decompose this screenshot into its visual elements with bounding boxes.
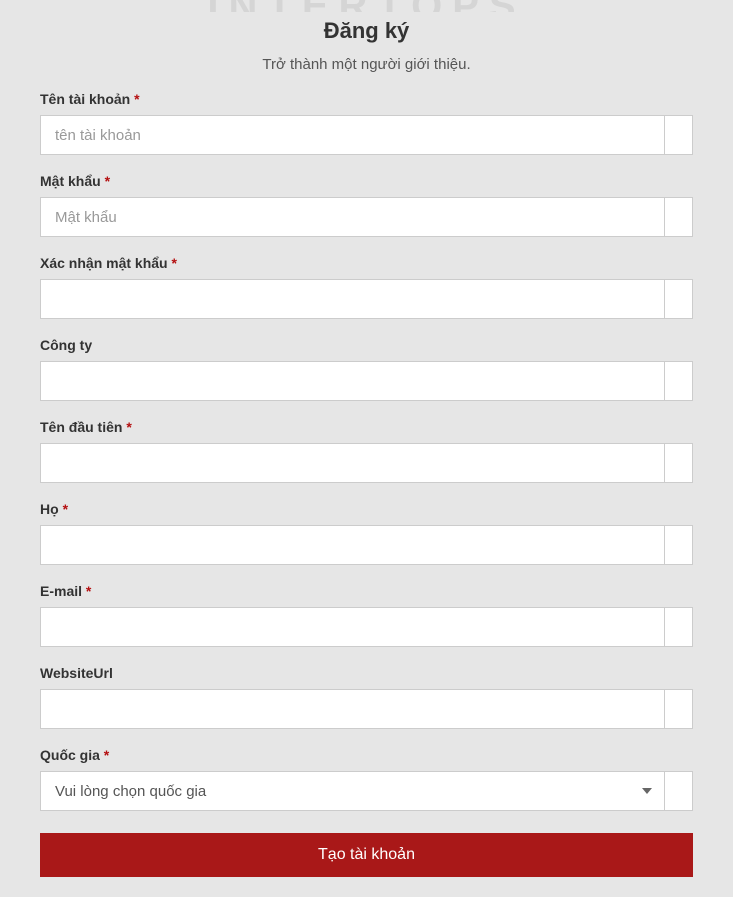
last-name-addon: [665, 525, 693, 565]
registration-form-container: Đăng ký Trở thành một người giới thiệu. …: [0, 18, 733, 897]
required-marker: *: [105, 173, 110, 189]
first-name-input-wrapper: [40, 443, 693, 483]
website-url-label-text: WebsiteUrl: [40, 665, 113, 681]
required-marker: *: [86, 583, 91, 599]
website-url-group: WebsiteUrl: [40, 665, 693, 729]
page-subtitle: Trở thành một người giới thiệu.: [40, 56, 693, 73]
company-input-wrapper: [40, 361, 693, 401]
username-group: Tên tài khoản *: [40, 91, 693, 155]
company-input[interactable]: [40, 361, 665, 401]
country-label: Quốc gia *: [40, 747, 693, 763]
username-label: Tên tài khoản *: [40, 91, 693, 107]
email-input-wrapper: [40, 607, 693, 647]
email-label: E-mail *: [40, 583, 693, 599]
required-marker: *: [63, 501, 68, 517]
password-input-wrapper: [40, 197, 693, 237]
username-addon: [665, 115, 693, 155]
confirm-password-addon: [665, 279, 693, 319]
company-label: Công ty: [40, 337, 693, 353]
confirm-password-label-text: Xác nhận mật khẩu: [40, 255, 168, 271]
company-label-text: Công ty: [40, 337, 92, 353]
website-url-input[interactable]: [40, 689, 665, 729]
last-name-label-text: Họ: [40, 501, 59, 517]
email-input[interactable]: [40, 607, 665, 647]
first-name-group: Tên đầu tiên *: [40, 419, 693, 483]
email-label-text: E-mail: [40, 583, 82, 599]
email-addon: [665, 607, 693, 647]
last-name-input[interactable]: [40, 525, 665, 565]
country-group: Quốc gia * Vui lòng chọn quốc gia: [40, 747, 693, 811]
website-url-label: WebsiteUrl: [40, 665, 693, 681]
first-name-input[interactable]: [40, 443, 665, 483]
confirm-password-label: Xác nhận mật khẩu *: [40, 255, 693, 271]
first-name-label-text: Tên đầu tiên: [40, 419, 122, 435]
company-addon: [665, 361, 693, 401]
last-name-label: Họ *: [40, 501, 693, 517]
password-addon: [665, 197, 693, 237]
brand-watermark: INTERTOPS: [0, 0, 733, 12]
website-url-addon: [665, 689, 693, 729]
last-name-group: Họ *: [40, 501, 693, 565]
password-label: Mật khẩu *: [40, 173, 693, 189]
last-name-input-wrapper: [40, 525, 693, 565]
username-input[interactable]: [40, 115, 665, 155]
required-marker: *: [171, 255, 176, 271]
confirm-password-input[interactable]: [40, 279, 665, 319]
confirm-password-group: Xác nhận mật khẩu *: [40, 255, 693, 319]
required-marker: *: [126, 419, 131, 435]
website-url-input-wrapper: [40, 689, 693, 729]
country-addon: [665, 771, 693, 811]
first-name-addon: [665, 443, 693, 483]
email-group: E-mail *: [40, 583, 693, 647]
country-select-wrapper: Vui lòng chọn quốc gia: [40, 771, 693, 811]
create-account-button[interactable]: Tạo tài khoản: [40, 833, 693, 877]
password-label-text: Mật khẩu: [40, 173, 101, 189]
confirm-password-input-wrapper: [40, 279, 693, 319]
password-input[interactable]: [40, 197, 665, 237]
required-marker: *: [104, 747, 109, 763]
company-group: Công ty: [40, 337, 693, 401]
username-input-wrapper: [40, 115, 693, 155]
username-label-text: Tên tài khoản: [40, 91, 130, 107]
password-group: Mật khẩu *: [40, 173, 693, 237]
country-select[interactable]: Vui lòng chọn quốc gia: [40, 771, 665, 811]
country-label-text: Quốc gia: [40, 747, 100, 763]
page-title: Đăng ký: [40, 18, 693, 44]
required-marker: *: [134, 91, 139, 107]
first-name-label: Tên đầu tiên *: [40, 419, 693, 435]
